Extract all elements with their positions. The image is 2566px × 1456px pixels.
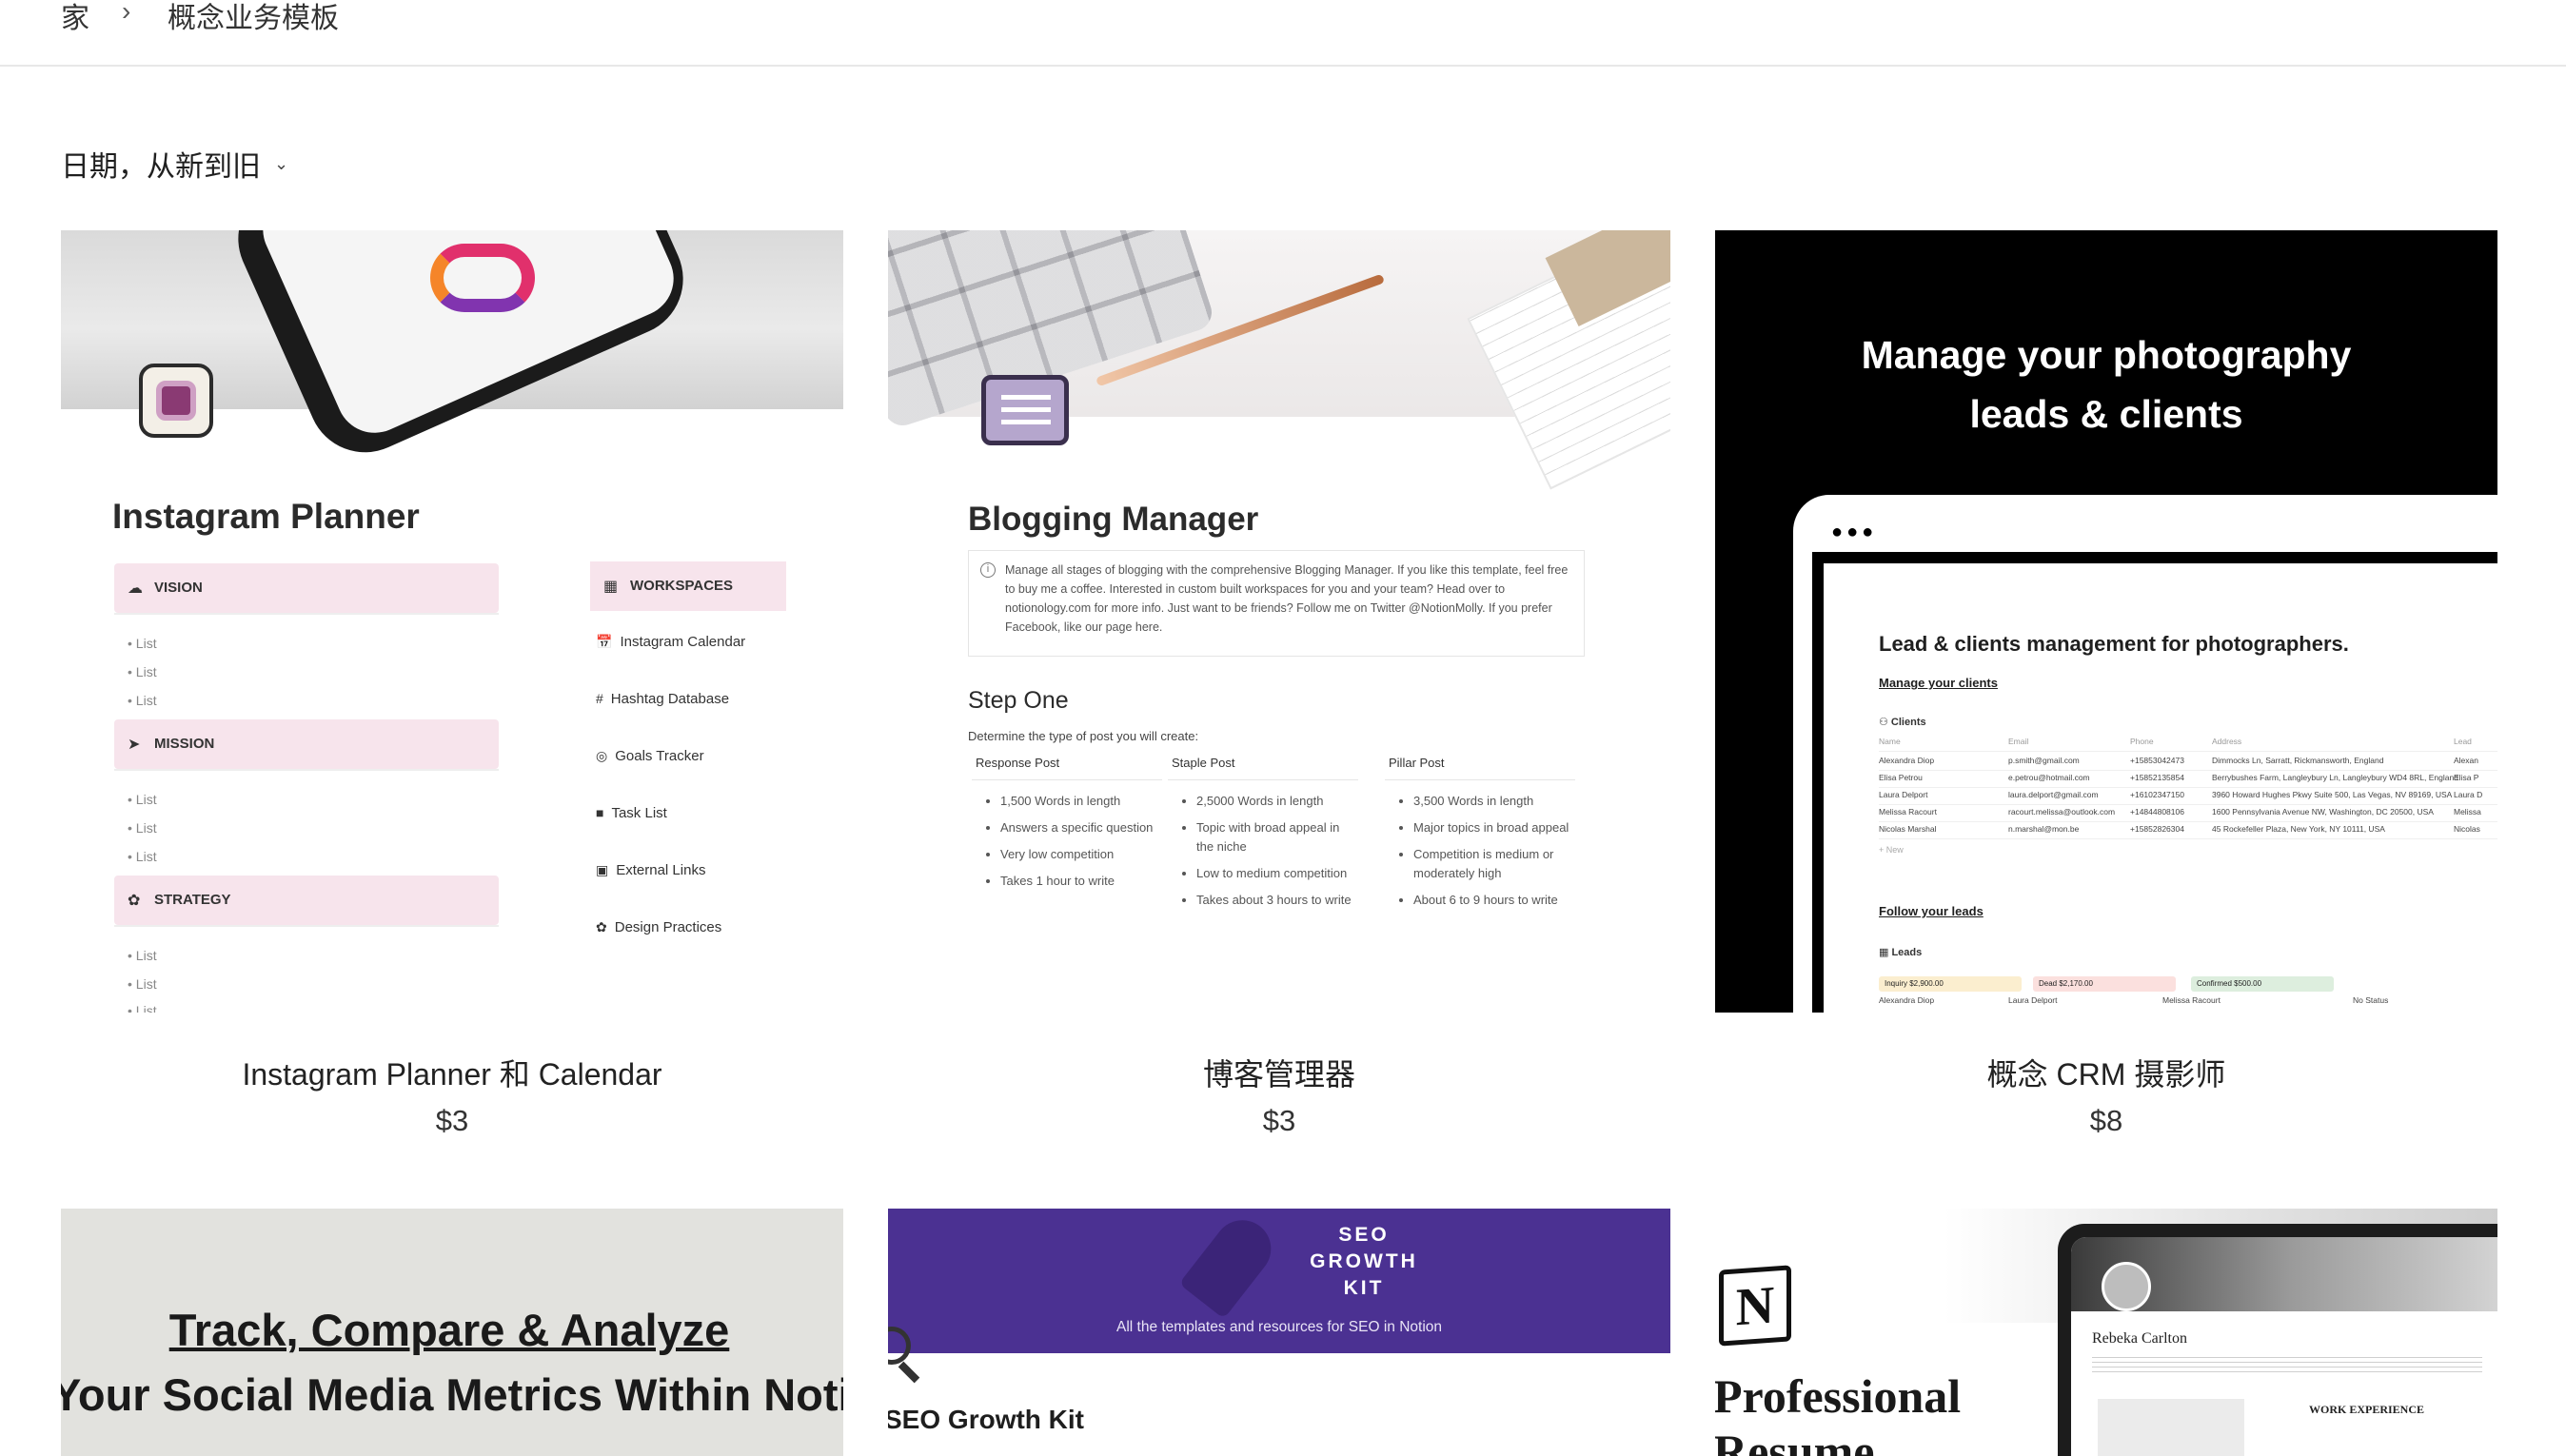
breadcrumb-separator-icon: › — [122, 0, 131, 26]
screen-heading: Lead & clients management for photograph… — [1879, 632, 2349, 656]
info-icon: i — [980, 562, 996, 578]
kit-title: SEO GROWTH KIT — [1310, 1224, 1418, 1299]
thumb-heading: Instagram Planner — [112, 497, 420, 536]
resume-section: WORK EXPERIENCE — [2309, 1403, 2425, 1416]
window-dots-icon: ●●● — [1831, 521, 1878, 542]
chat-bubble-icon — [981, 375, 1069, 445]
table-row: Nicolas Marshal n.marshal@mon.be +15852826… — [1879, 824, 2497, 839]
product-thumbnail[interactable]: Manage your photography leads & clients … — [1715, 230, 2497, 1013]
thumb-heading: Professional — [1715, 1369, 1962, 1423]
section-vision: ☁ VISION — [114, 563, 499, 613]
thumb-headline: Track, Compare & Analyze — [168, 1305, 730, 1355]
product-price: $3 — [1262, 1104, 1296, 1137]
breadcrumb-current: 概念业务模板 — [168, 3, 339, 34]
section-mission: ➤ MISSION — [114, 719, 499, 769]
table-row: Alexandra Diop p.smith@gmail.com +15853042… — [1879, 756, 2497, 771]
lead-chip: Inquiry $2,900.00 — [1879, 976, 2022, 992]
product-thumbnail[interactable]: Track, Compare & Analyze Your Social Med… — [61, 1209, 843, 1456]
workspaces-header: ▦ WORKSPACES — [590, 561, 786, 611]
product-card-seo-kit[interactable]: SEO GROWTH KIT All the templates and resou… — [888, 1209, 1670, 1456]
workspace-item: ■ Task List — [596, 805, 667, 821]
product-thumbnail[interactable]: Instagram Planner ☁ VISION • List • List … — [61, 230, 843, 1013]
table-row: Laura Delport laura.delport@gmail.com +161… — [1879, 790, 2497, 805]
product-thumbnail[interactable]: Rebeka Carlton WORK EXPERIENCE N Profess… — [1715, 1209, 2497, 1456]
lead-chip: Dead $2,170.00 — [2033, 976, 2176, 992]
thumb-heading: SEO Growth Kit — [888, 1405, 1084, 1434]
product-card-resume[interactable]: Rebeka Carlton WORK EXPERIENCE N Profess… — [1715, 1209, 2497, 1456]
instagram-badge-icon — [139, 364, 213, 438]
table-row: Melissa Racourt racourt.melissa@outlook.c… — [1879, 807, 2497, 822]
product-thumbnail[interactable]: Blogging Manager i Manage all stages of … — [888, 230, 1670, 1013]
banner-subtitle: All the templates and resources for SEO … — [1115, 1319, 1443, 1335]
product-price: $3 — [435, 1104, 469, 1137]
section-strategy: ✿ STRATEGY — [114, 876, 499, 925]
instagram-logo-icon — [430, 244, 535, 312]
thumb-heading: Blogging Manager — [968, 501, 1259, 538]
workspace-item: ✿ Design Practices — [596, 919, 722, 935]
chevron-down-icon: ⌄ — [274, 153, 289, 173]
post-column: Staple Post 2,5000 Words in length Topic… — [1168, 756, 1358, 917]
info-callout: i Manage all stages of blogging with the… — [968, 550, 1585, 657]
thumb-heading-2: Resume — [1715, 1425, 1875, 1456]
product-title[interactable]: 博客管理器 — [888, 1051, 1670, 1094]
sort-label: 日期，从新到旧 — [61, 151, 261, 183]
step-heading: Step One — [968, 687, 1069, 714]
workspace-item: 📅 Instagram Calendar — [596, 634, 746, 650]
lead-chip: Confirmed $500.00 — [2191, 976, 2334, 992]
sort-dropdown[interactable]: 日期，从新到旧 ⌄ — [61, 143, 288, 185]
thumb-headline: Manage your photography leads & clients — [1861, 333, 2352, 436]
post-column: Response Post 1,500 Words in length Answ… — [972, 756, 1162, 898]
workspace-item: ▣ External Links — [596, 862, 706, 878]
avatar — [2102, 1262, 2151, 1311]
product-thumbnail[interactable]: SEO GROWTH KIT All the templates and resou… — [888, 1209, 1670, 1456]
breadcrumb-bar: 家 › 概念业务模板 — [0, 0, 2566, 67]
breadcrumb-home-link[interactable]: 家 — [61, 0, 89, 36]
notion-logo-icon: N — [1719, 1265, 1791, 1347]
table-row: Elisa Petrou e.petrou@hotmail.com +1585213… — [1879, 773, 2497, 788]
product-card-social-metrics[interactable]: Track, Compare & Analyze Your Social Med… — [61, 1209, 843, 1456]
workspace-item: ◎ Goals Tracker — [596, 748, 704, 764]
product-title[interactable]: 概念 CRM 摄影师 — [1715, 1051, 2497, 1094]
table-header: Name Email Phone Address Lead — [1879, 737, 2497, 752]
thumb-subheadline: Your Social Media Metrics Within Notion — [61, 1369, 843, 1420]
product-title[interactable]: Instagram Planner 和 Calendar — [61, 1051, 843, 1094]
resume-name: Rebeka Carlton — [2092, 1330, 2187, 1347]
product-price: $8 — [2089, 1104, 2123, 1137]
post-column: Pillar Post 3,500 Words in length Major … — [1385, 756, 1575, 917]
step-subtext: Determine the type of post you will crea… — [968, 729, 1199, 743]
workspace-item: # Hashtag Database — [596, 691, 730, 707]
